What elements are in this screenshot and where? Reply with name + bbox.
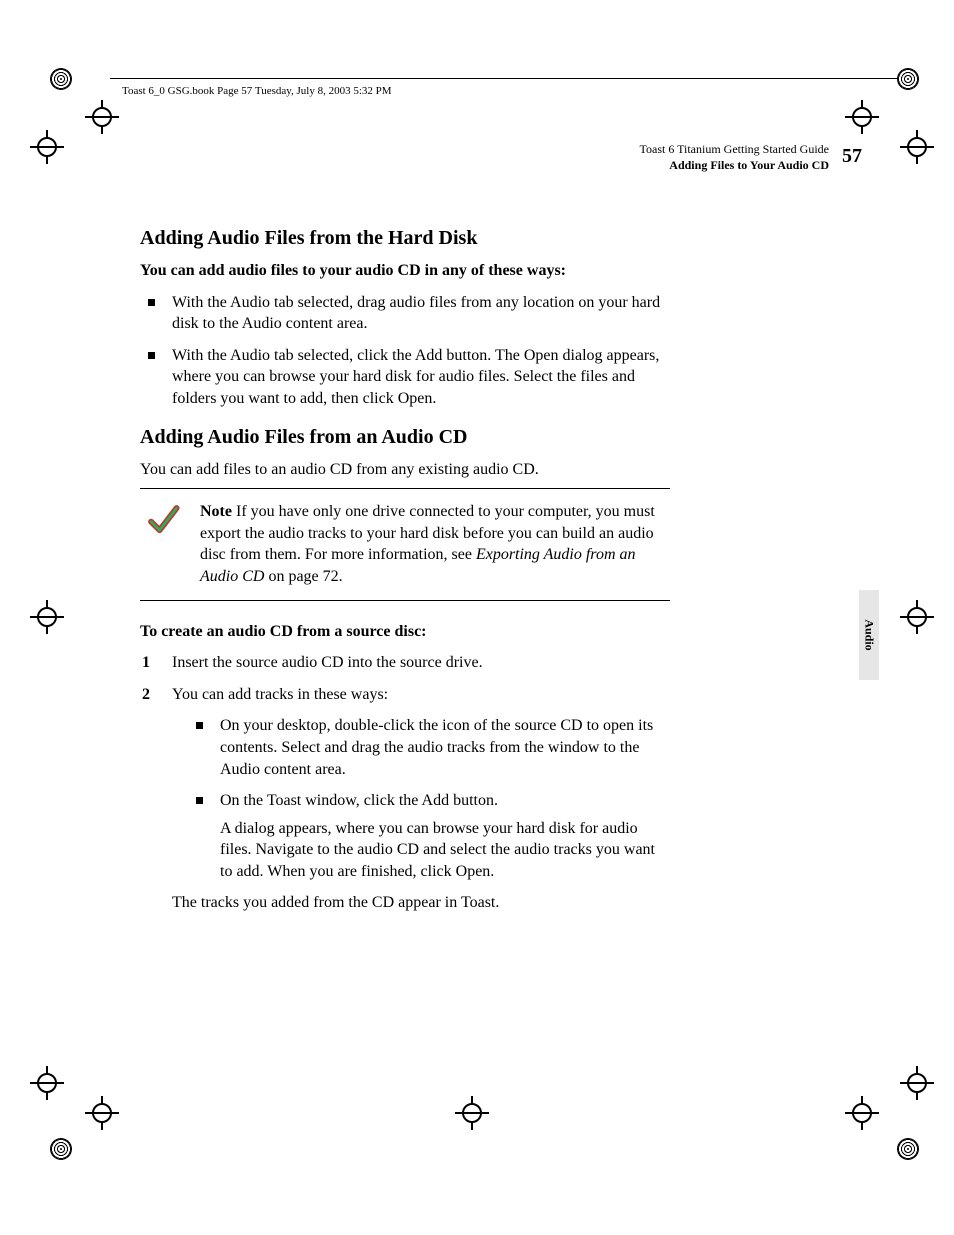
list-item: With the Audio tab selected, drag audio … [140, 292, 670, 335]
registration-dot-icon [50, 1138, 72, 1160]
page-number: 57 [842, 145, 862, 168]
note-body-tail: on page 72. [264, 568, 342, 585]
heading-audio-cd: Adding Audio Files from an Audio CD [140, 424, 670, 451]
step-item: Insert the source audio CD into the sour… [140, 652, 670, 674]
heading-hard-disk: Adding Audio Files from the Hard Disk [140, 225, 670, 252]
step-text: You can add tracks in these ways: [172, 686, 388, 703]
task-steps: Insert the source audio CD into the sour… [140, 652, 670, 914]
running-head-section: Adding Files to Your Audio CD [640, 158, 830, 174]
running-head-guide: Toast 6 Titanium Getting Started Guide [640, 142, 830, 158]
registration-dot-icon [897, 68, 919, 90]
list-item: With the Audio tab selected, click the A… [140, 345, 670, 410]
crop-mark-icon [900, 1066, 934, 1100]
crop-mark-icon [845, 1096, 879, 1130]
body-column: Adding Audio Files from the Hard Disk Yo… [140, 215, 670, 924]
step-text: Insert the source audio CD into the sour… [172, 654, 483, 671]
frame-line [110, 78, 914, 79]
running-head: Toast 6 Titanium Getting Started Guide A… [640, 142, 830, 173]
task-lead: To create an audio CD from a source disc… [140, 621, 670, 643]
crop-mark-icon [30, 130, 64, 164]
closing-text: The tracks you added from the CD appear … [172, 892, 670, 914]
crop-mark-icon [85, 1096, 119, 1130]
thumb-tab-label: Audio [862, 619, 877, 650]
print-slug: Toast 6_0 GSG.book Page 57 Tuesday, July… [122, 85, 392, 97]
checkmark-icon [146, 503, 180, 537]
list-item: On the Toast window, click the Add butto… [188, 790, 670, 882]
crop-mark-icon [900, 600, 934, 634]
crop-mark-icon [85, 100, 119, 134]
intro-audio-cd: You can add files to an audio CD from an… [140, 459, 670, 481]
note-label: Note [200, 503, 232, 520]
crop-mark-icon [900, 130, 934, 164]
list-hard-disk: With the Audio tab selected, drag audio … [140, 292, 670, 410]
registration-dot-icon [50, 68, 72, 90]
step-item: You can add tracks in these ways: On you… [140, 684, 670, 914]
intro-hard-disk: You can add audio files to your audio CD… [140, 260, 670, 282]
registration-dot-icon [897, 1138, 919, 1160]
substeps: On your desktop, double-click the icon o… [188, 715, 670, 882]
substep-follow: A dialog appears, where you can browse y… [220, 818, 670, 883]
substep-text: On the Toast window, click the Add butto… [220, 792, 498, 809]
crop-mark-icon [30, 1066, 64, 1100]
crop-mark-icon [845, 100, 879, 134]
crop-mark-icon [30, 600, 64, 634]
thumb-tab: Audio [859, 590, 879, 680]
crop-mark-icon [455, 1096, 489, 1130]
note-block: Note If you have only one drive connecte… [140, 488, 670, 600]
list-item: On your desktop, double-click the icon o… [188, 715, 670, 780]
